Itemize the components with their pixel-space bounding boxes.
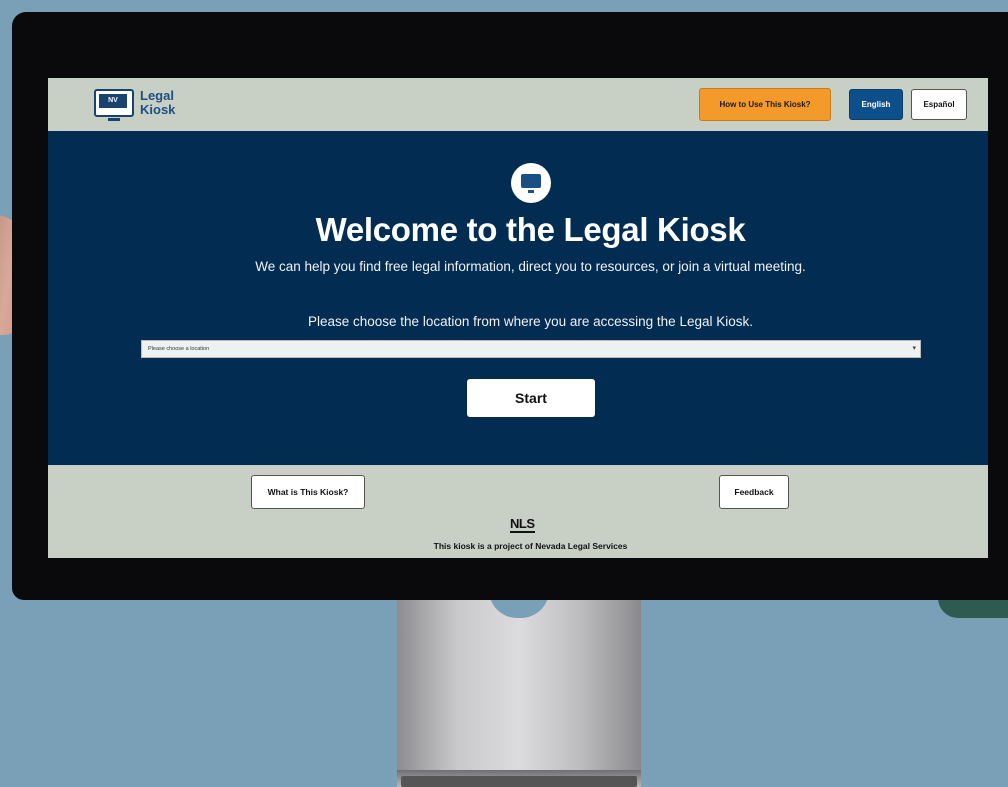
start-button[interactable]: Start bbox=[467, 379, 595, 417]
how-to-use-button[interactable]: How to Use This Kiosk? bbox=[699, 88, 831, 121]
page-subtitle: We can help you find free legal informat… bbox=[255, 259, 806, 274]
nls-logo: NLS bbox=[510, 516, 535, 533]
what-is-this-kiosk-button[interactable]: What is This Kiosk? bbox=[251, 475, 365, 509]
logo-line1: Legal bbox=[140, 88, 174, 103]
location-prompt: Please choose the location from where yo… bbox=[307, 314, 753, 329]
hero-section: Welcome to the Legal Kiosk We can help y… bbox=[48, 131, 988, 465]
espanol-language-button[interactable]: Español bbox=[911, 89, 967, 120]
monitor-stand bbox=[397, 595, 641, 770]
kiosk-screen: NV Legal Kiosk How to Use This Kiosk? En… bbox=[48, 78, 988, 558]
feedback-button[interactable]: Feedback bbox=[719, 475, 789, 509]
logo-text: Legal Kiosk bbox=[140, 89, 175, 117]
logo-badge: NV bbox=[99, 94, 127, 108]
kiosk-monitor-icon bbox=[511, 163, 551, 203]
location-select-value: Please choose a location bbox=[148, 346, 210, 352]
location-select[interactable]: Please choose a location ▾ bbox=[141, 340, 921, 358]
logo-line2: Kiosk bbox=[140, 102, 176, 117]
credit-text: This kiosk is a project of Nevada Legal … bbox=[433, 541, 628, 551]
monitor-bezel: NV Legal Kiosk How to Use This Kiosk? En… bbox=[12, 12, 1008, 600]
legal-kiosk-logo[interactable]: NV Legal Kiosk bbox=[94, 89, 175, 121]
header-bar: NV Legal Kiosk How to Use This Kiosk? En… bbox=[48, 78, 988, 131]
chevron-down-icon: ▾ bbox=[912, 345, 916, 352]
english-language-button[interactable]: English bbox=[849, 89, 903, 120]
footer-bar: What is This Kiosk? Feedback NLS This ki… bbox=[48, 465, 988, 558]
monitor-stand-base bbox=[397, 770, 641, 787]
page-title: Welcome to the Legal Kiosk bbox=[315, 211, 746, 248]
monitor-logo-icon: NV bbox=[94, 89, 134, 121]
